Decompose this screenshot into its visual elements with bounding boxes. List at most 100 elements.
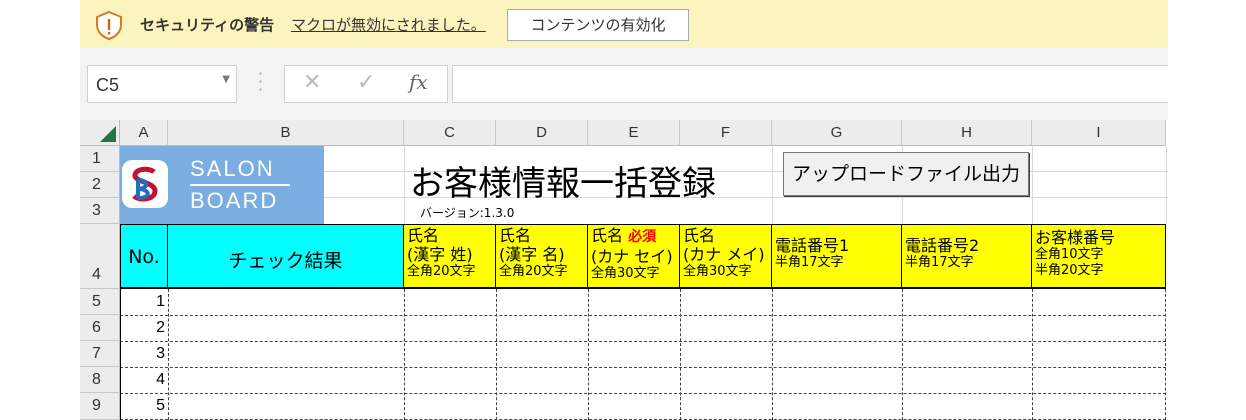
enable-content-button[interactable]: コンテンツの有効化 [507,9,689,41]
header-label: 電話番号2 [905,236,980,255]
insert-function-icon[interactable]: fx [409,70,428,94]
shield-warning-icon [96,10,122,40]
select-all-icon [100,126,116,142]
table-row-border [120,367,1166,368]
header-no-label: No. [128,246,160,268]
table-col-border [588,289,589,420]
column-header-e[interactable]: E [588,120,680,146]
header-phone-2: 電話番号2 半角17文字 [902,224,1032,289]
header-limit: 全角20文字 [499,264,568,279]
header-label: 氏名 [499,226,532,245]
header-check-result: チェック結果 [168,224,404,289]
table-col-border [496,289,497,420]
column-header-i[interactable]: I [1032,120,1166,146]
cell-area[interactable]: SALON BOARD お客様情報一括登録 バージョン:1.3.0 アップロード… [120,146,1168,420]
column-header-c[interactable]: C [404,120,496,146]
column-header-h[interactable]: H [902,120,1032,146]
header-label-row: 氏名 必須 [591,226,676,247]
row-number-cell[interactable]: 1 [120,289,168,315]
table-col-border [404,289,405,420]
table-col-border [772,289,773,420]
sheet-title: お客様情報一括登録 [410,164,716,204]
header-last-name-kanji: 氏名 (漢字 姓) 全角20文字 [404,224,496,289]
table-col-border [902,289,903,420]
logo-text-top: SALON [190,156,275,181]
gridline [1166,146,1167,224]
row-number-cell[interactable]: 5 [120,393,168,419]
header-label: 電話番号1 [775,236,850,255]
upload-file-output-button[interactable]: アップロードファイル出力 [783,152,1029,196]
header-limit: 全角30文字 [591,266,660,281]
header-label: 氏名 [407,226,440,245]
macros-disabled-link[interactable]: マクロが無効にされました。 [291,14,486,35]
header-customer-number: お客様番号 全角10文字 半角20文字 [1032,224,1166,289]
table-col-border [120,289,121,420]
security-warning-bar: セキュリティの警告 マクロが無効にされました。 コンテンツの有効化 [80,0,1168,49]
header-sub-label: (カナ メイ) [683,245,765,264]
header-sub-label: (漢字 姓) [407,245,473,264]
logo-s-icon [132,166,158,202]
table-col-border [168,289,169,420]
name-box-value: C5 [96,75,120,95]
name-box[interactable]: C5 ▼ [87,65,237,103]
chevron-down-icon[interactable]: ▼ [222,74,230,85]
header-label: 氏名 [683,226,716,245]
header-limit: 全角20文字 [407,264,476,279]
row-header-3[interactable]: 3 [80,198,120,224]
grip-handle-icon[interactable]: · · · [258,66,263,98]
formula-bar-area: C5 ▼ · · · ✕ ✓ fx [80,48,1168,120]
column-header-d[interactable]: D [496,120,588,146]
version-label: バージョン:1.3.0 [420,206,515,220]
security-warning-title: セキュリティの警告 [140,16,275,34]
row-number-cell[interactable]: 3 [120,341,168,367]
row-header-7[interactable]: 7 [80,341,120,367]
header-limit-2: 半角20文字 [1035,263,1104,278]
logo-divider [190,184,290,186]
table-row-border [120,341,1166,342]
gridline [772,146,773,224]
table-col-border [1165,289,1166,420]
header-limit: 半角17文字 [775,255,844,270]
row-header-6[interactable]: 6 [80,315,120,341]
table-row-border [120,315,1166,316]
column-header-f[interactable]: F [680,120,772,146]
row-number-cell[interactable]: 2 [120,315,168,341]
header-limit: 半角17文字 [905,255,974,270]
header-last-name-kana: 氏名 必須 (カナ セイ) 全角30文字 [588,224,680,289]
header-first-name-kanji: 氏名 (漢字 名) 全角20文字 [496,224,588,289]
table-col-border [1032,289,1033,420]
excel-window: セキュリティの警告 マクロが無効にされました。 コンテンツの有効化 C5 ▼ ·… [80,0,1168,420]
table-row-border [120,393,1166,394]
row-header-9[interactable]: 9 [80,393,120,420]
salon-board-logo: SALON BOARD [120,146,324,224]
header-sub-label: (漢字 名) [499,245,565,264]
header-phone-1: 電話番号1 半角17文字 [772,224,902,289]
gridline [404,146,405,224]
required-badge: 必須 [628,229,657,245]
header-sub-label: (カナ セイ) [591,247,673,266]
row-number-cell[interactable]: 4 [120,367,168,393]
row-header-5[interactable]: 5 [80,289,120,315]
column-header-a[interactable]: A [120,120,168,146]
logo-text-bottom: BOARD [190,188,279,213]
row-header-4[interactable]: 4 [80,224,120,289]
header-label: 氏名 [591,226,624,245]
header-no: No. [120,224,168,289]
column-header-b[interactable]: B [168,120,404,146]
row-header-1[interactable]: 1 [80,146,120,172]
header-label: お客様番号 [1035,228,1116,247]
enter-icon[interactable]: ✓ [357,70,375,95]
select-all-button[interactable] [80,120,120,146]
formula-controls: ✕ ✓ fx [284,65,448,103]
header-first-name-kana: 氏名 (カナ メイ) 全角30文字 [680,224,772,289]
table-col-border [680,289,681,420]
header-limit: 全角30文字 [683,264,752,279]
cancel-icon[interactable]: ✕ [303,70,321,95]
column-header-g[interactable]: G [772,120,902,146]
header-check-result-label: チェック結果 [228,250,343,272]
formula-input[interactable] [452,65,1168,103]
gridline [1032,146,1033,224]
row-header-8[interactable]: 8 [80,367,120,393]
logo-mark-icon [122,160,168,208]
row-header-2[interactable]: 2 [80,172,120,198]
